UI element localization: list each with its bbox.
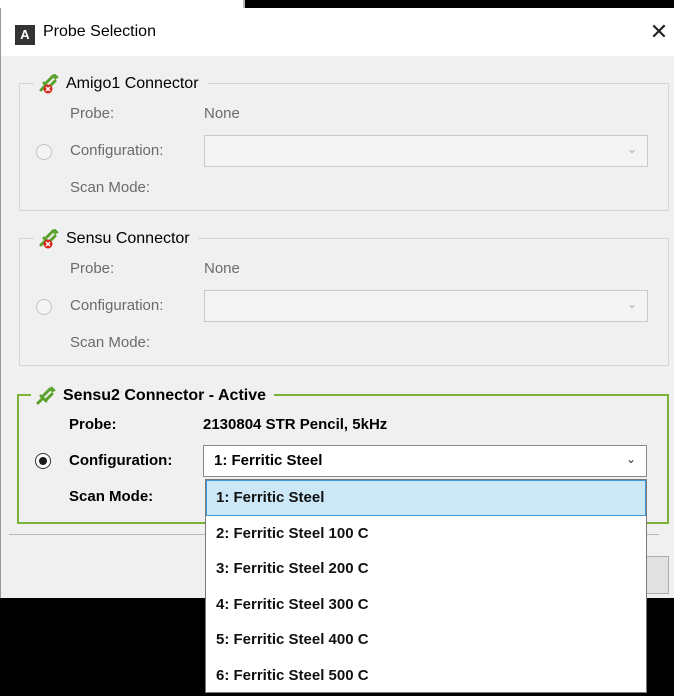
connector-radio[interactable]	[36, 299, 52, 315]
plug-disconnected-icon	[38, 74, 60, 94]
probe-value: None	[204, 105, 240, 122]
dropdown-option[interactable]: 1: Ferritic Steel	[206, 480, 646, 516]
group-title: Amigo1 Connector	[66, 75, 199, 92]
chevron-down-icon: ⌄	[626, 142, 637, 156]
configuration-dropdown-list: 1: Ferritic Steel 2: Ferritic Steel 100 …	[205, 479, 647, 693]
dropdown-option[interactable]: 6: Ferritic Steel 500 C	[206, 658, 646, 694]
probe-label: Probe:	[70, 105, 115, 122]
configuration-label: Configuration:	[70, 297, 164, 314]
dialog-title: Probe Selection	[43, 23, 156, 40]
group-legend: Sensu Connector	[34, 227, 198, 251]
connector-radio[interactable]	[36, 144, 52, 160]
dropdown-option[interactable]: 5: Ferritic Steel 400 C	[206, 622, 646, 658]
configuration-select-value: 1: Ferritic Steel	[214, 452, 323, 469]
connector-radio-selected[interactable]	[35, 453, 51, 469]
configuration-label: Configuration:	[69, 452, 173, 469]
configuration-select[interactable]: ⌄	[204, 290, 648, 322]
scan-mode-label: Scan Mode:	[70, 334, 151, 351]
group-legend: Sensu2 Connector - Active	[31, 384, 275, 408]
configuration-select[interactable]: ⌄	[204, 135, 648, 167]
chevron-down-icon: ⌄	[626, 297, 637, 311]
probe-label: Probe:	[70, 260, 115, 277]
plug-connected-icon	[35, 386, 57, 406]
dropdown-option[interactable]: 4: Ferritic Steel 300 C	[206, 587, 646, 623]
group-sensu-connector: Sensu Connector Probe: None Configuratio…	[19, 227, 669, 366]
configuration-select[interactable]: 1: Ferritic Steel ⌄	[203, 445, 647, 477]
group-amigo1-connector: Amigo1 Connector Probe: None Configurati…	[19, 72, 669, 211]
probe-value: None	[204, 260, 240, 277]
app-icon: A	[15, 25, 35, 45]
background-window-edge	[0, 0, 245, 8]
plug-disconnected-icon	[38, 229, 60, 249]
group-title: Sensu Connector	[66, 230, 190, 247]
configuration-label: Configuration:	[70, 142, 164, 159]
probe-label: Probe:	[69, 416, 117, 433]
scan-mode-label: Scan Mode:	[69, 488, 154, 505]
group-title: Sensu2 Connector - Active	[63, 387, 267, 404]
group-legend: Amigo1 Connector	[34, 72, 207, 96]
dropdown-option[interactable]: 3: Ferritic Steel 200 C	[206, 551, 646, 587]
dropdown-option[interactable]: 2: Ferritic Steel 100 C	[206, 516, 646, 552]
scan-mode-label: Scan Mode:	[70, 179, 151, 196]
title-bar: A Probe Selection ✕	[1, 8, 674, 56]
chevron-down-icon: ⌄	[625, 452, 636, 466]
close-icon[interactable]: ✕	[647, 19, 671, 45]
probe-value: 2130804 STR Pencil, 5kHz	[203, 416, 388, 433]
